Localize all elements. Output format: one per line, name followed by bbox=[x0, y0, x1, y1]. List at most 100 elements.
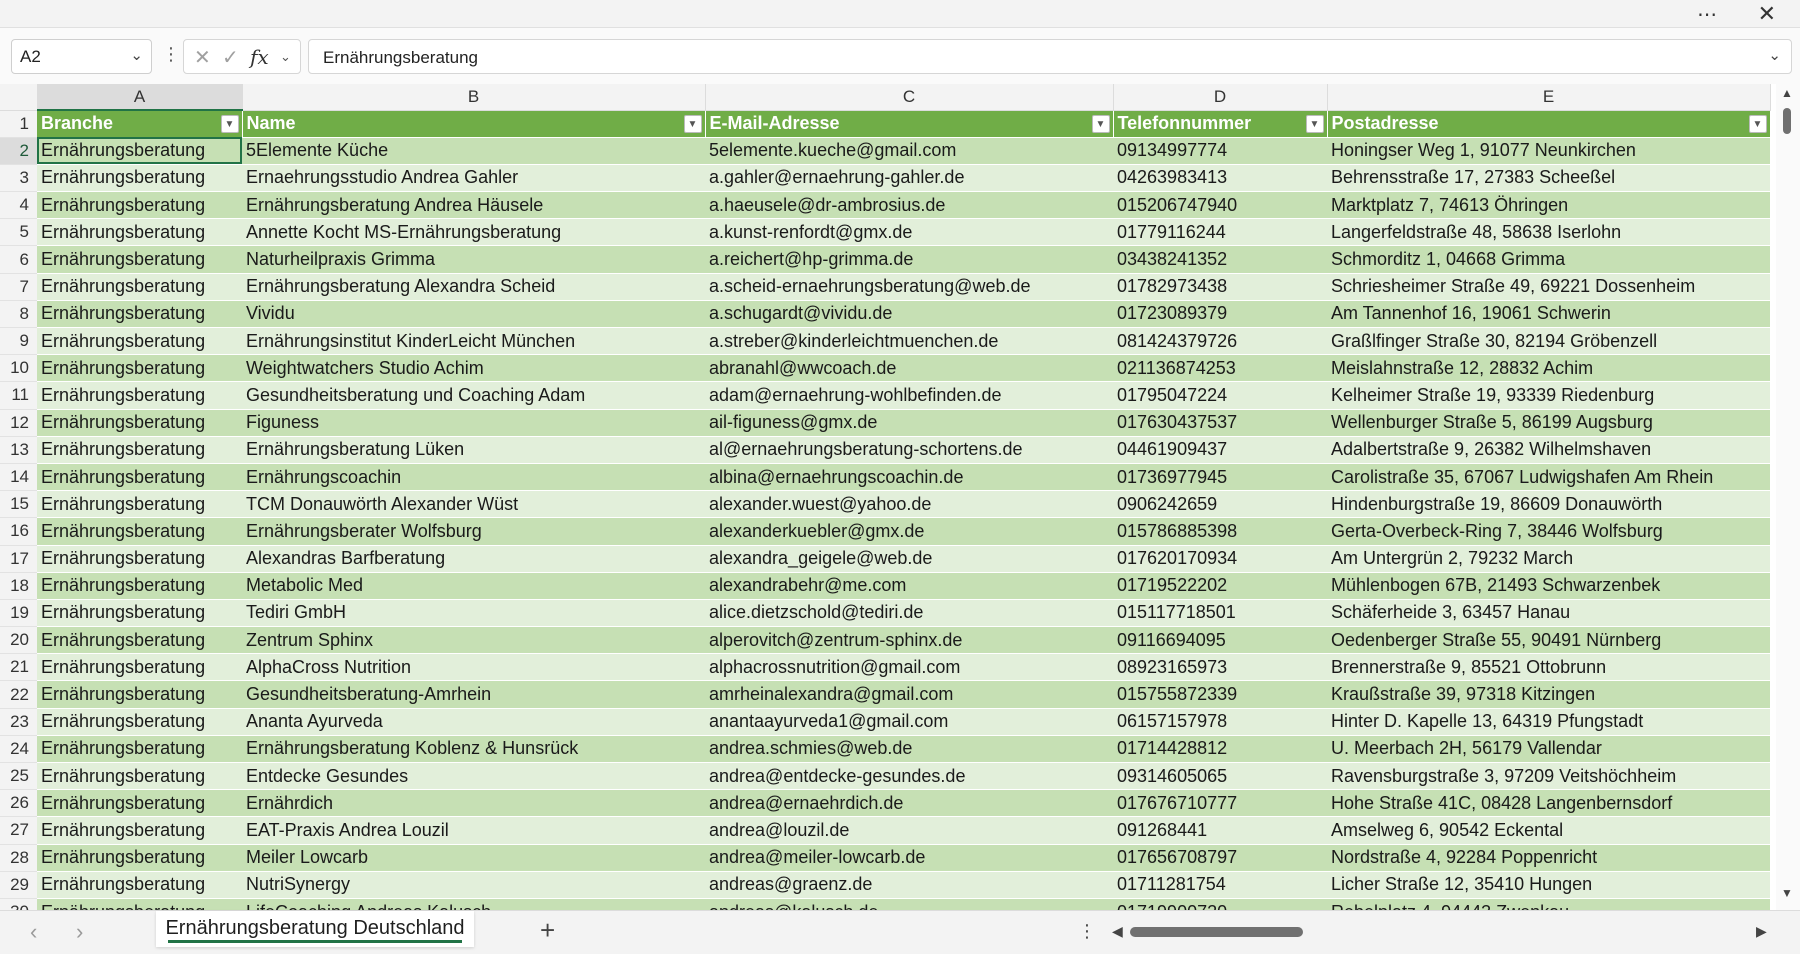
row-number[interactable]: 25 bbox=[0, 762, 37, 791]
table-cell[interactable]: amrheinalexandra@gmail.com bbox=[705, 680, 1113, 709]
scroll-down-icon[interactable]: ▼ bbox=[1781, 886, 1793, 900]
table-cell[interactable]: andrea@ernaehrdich.de bbox=[705, 789, 1113, 818]
table-cell[interactable]: 015786885398 bbox=[1113, 517, 1327, 546]
select-all-corner[interactable] bbox=[0, 84, 38, 111]
row-number[interactable]: 26 bbox=[0, 789, 37, 818]
table-cell[interactable]: Ernährungsberatung bbox=[37, 844, 242, 872]
chevron-down-icon[interactable]: ⌄ bbox=[280, 49, 291, 65]
filter-dropdown-icon[interactable]: ▼ bbox=[1305, 114, 1324, 133]
row-number[interactable]: 3 bbox=[0, 164, 37, 193]
table-cell[interactable]: Wellenburger Straße 5, 86199 Augsburg bbox=[1327, 409, 1770, 437]
add-sheet-icon[interactable]: + bbox=[540, 915, 555, 946]
table-cell[interactable]: a.kunst-renfordt@gmx.de bbox=[705, 218, 1113, 247]
table-cell[interactable]: Ernährungsberatung bbox=[37, 572, 242, 600]
table-cell[interactable]: 04461909437 bbox=[1113, 436, 1327, 464]
table-cell[interactable]: 5elemente.kueche@gmail.com bbox=[705, 137, 1113, 165]
column-header-c[interactable]: C bbox=[705, 84, 1114, 111]
table-cell[interactable]: alexanderkuebler@gmx.de bbox=[705, 517, 1113, 546]
table-cell[interactable]: Alexandras Barfberatung bbox=[242, 545, 705, 573]
table-cell[interactable]: 01779116244 bbox=[1113, 218, 1327, 247]
table-cell[interactable]: a.haeusele@dr-ambrosius.de bbox=[705, 191, 1113, 220]
vertical-dots-icon[interactable]: ⋮ bbox=[1078, 921, 1096, 942]
scroll-left-icon[interactable]: ◀ bbox=[1112, 923, 1123, 940]
table-cell[interactable]: Mühlenbogen 67B, 21493 Schwarzenbek bbox=[1327, 572, 1770, 600]
table-cell[interactable]: Ernährungsberatung bbox=[37, 327, 242, 356]
table-cell[interactable]: Weightwatchers Studio Achim bbox=[242, 354, 705, 383]
table-cell[interactable]: Nordstraße 4, 92284 Poppenricht bbox=[1327, 844, 1770, 872]
table-cell[interactable]: Ernährungsberatung Alexandra Scheid bbox=[242, 273, 705, 301]
table-cell[interactable]: Hohe Straße 41C, 08428 Langenbernsdorf bbox=[1327, 789, 1770, 818]
table-cell[interactable]: 091268441 bbox=[1113, 816, 1327, 845]
table-cell[interactable]: Carolistraße 35, 67067 Ludwigshafen Am R… bbox=[1327, 463, 1770, 492]
chevron-down-icon[interactable]: ⌄ bbox=[130, 46, 143, 64]
table-cell[interactable]: 09134997774 bbox=[1113, 137, 1327, 165]
table-cell[interactable]: Ernährungsberatung Lüken bbox=[242, 436, 705, 464]
table-cell[interactable]: 015755872339 bbox=[1113, 680, 1327, 709]
table-cell[interactable]: a.streber@kinderleichtmuenchen.de bbox=[705, 327, 1113, 356]
row-number[interactable]: 28 bbox=[0, 844, 37, 872]
filter-dropdown-icon[interactable]: ▼ bbox=[1748, 114, 1767, 133]
table-cell[interactable]: Langerfeldstraße 48, 58638 Iserlohn bbox=[1327, 218, 1770, 247]
row-number[interactable]: 29 bbox=[0, 871, 37, 899]
row-number[interactable]: 27 bbox=[0, 816, 37, 845]
row-number[interactable]: 9 bbox=[0, 327, 37, 356]
row-number[interactable]: 7 bbox=[0, 273, 37, 301]
table-cell[interactable]: Ernährungscoachin bbox=[242, 463, 705, 492]
table-cell[interactable]: Tediri GmbH bbox=[242, 599, 705, 628]
table-cell[interactable]: Schmorditz 1, 04668 Grimma bbox=[1327, 245, 1770, 274]
table-cell[interactable]: Gesundheitsberatung-Amrhein bbox=[242, 680, 705, 709]
table-cell[interactable]: 06157157978 bbox=[1113, 708, 1327, 736]
table-cell[interactable]: 01723089379 bbox=[1113, 300, 1327, 329]
table-cell[interactable]: 017620170934 bbox=[1113, 545, 1327, 573]
table-cell[interactable]: Licher Straße 12, 35410 Hungen bbox=[1327, 871, 1770, 899]
header-cell[interactable]: Telefonnummer ▼ bbox=[1113, 110, 1328, 138]
table-cell[interactable]: Marktplatz 7, 74613 Öhringen bbox=[1327, 191, 1770, 220]
vertical-scroll-thumb[interactable] bbox=[1783, 108, 1791, 134]
enter-check-icon[interactable]: ✓ bbox=[222, 45, 239, 70]
table-cell[interactable]: Ernährungsberatung bbox=[37, 463, 242, 492]
row-number[interactable]: 30 bbox=[0, 898, 37, 910]
header-cell[interactable]: Name ▼ bbox=[242, 110, 706, 138]
table-cell[interactable]: a.scheid-ernaehrungsberatung@web.de bbox=[705, 273, 1113, 301]
table-cell[interactable]: Ernährungsberatung Koblenz & Hunsrück bbox=[242, 735, 705, 764]
table-cell[interactable]: alexandra_geigele@web.de bbox=[705, 545, 1113, 573]
cancel-icon[interactable]: ✕ bbox=[194, 45, 211, 70]
table-cell[interactable]: Ernährungsberatung bbox=[37, 245, 242, 274]
table-cell[interactable]: abranahl@wwcoach.de bbox=[705, 354, 1113, 383]
table-cell[interactable]: ail-figuness@gmx.de bbox=[705, 409, 1113, 437]
next-sheet-icon[interactable]: › bbox=[76, 919, 83, 945]
row-number[interactable]: 15 bbox=[0, 490, 37, 519]
column-header-e[interactable]: E bbox=[1327, 84, 1771, 111]
table-cell[interactable]: Brennerstraße 9, 85521 Ottobrunn bbox=[1327, 653, 1770, 682]
table-cell[interactable]: Meiler Lowcarb bbox=[242, 844, 705, 872]
table-cell[interactable]: a.schugardt@vividu.de bbox=[705, 300, 1113, 329]
row-number[interactable]: 10 bbox=[0, 354, 37, 383]
insert-function-icon[interactable]: fx bbox=[250, 45, 269, 69]
table-cell[interactable]: 08923165973 bbox=[1113, 653, 1327, 682]
table-cell[interactable]: Ernährungsberatung bbox=[37, 708, 242, 736]
table-cell[interactable]: Ernährungsberatung bbox=[37, 898, 242, 910]
table-cell[interactable]: Ananta Ayurveda bbox=[242, 708, 705, 736]
table-cell[interactable]: Hindenburgstraße 19, 86609 Donauwörth bbox=[1327, 490, 1770, 519]
table-cell[interactable]: Ernährungsberatung bbox=[37, 871, 242, 899]
table-cell[interactable]: Honingser Weg 1, 91077 Neunkirchen bbox=[1327, 137, 1770, 165]
table-cell[interactable]: 01782973438 bbox=[1113, 273, 1327, 301]
table-cell[interactable]: Kraußstraße 39, 97318 Kitzingen bbox=[1327, 680, 1770, 709]
table-cell[interactable]: Ernährungsberatung bbox=[37, 680, 242, 709]
table-cell[interactable]: 081424379726 bbox=[1113, 327, 1327, 356]
table-cell[interactable]: Ernährungsberater Wolfsburg bbox=[242, 517, 705, 546]
table-cell[interactable]: TCM Donauwörth Alexander Wüst bbox=[242, 490, 705, 519]
scroll-right-icon[interactable]: ▶ bbox=[1756, 923, 1767, 940]
header-cell[interactable]: Branche ▼ bbox=[37, 110, 243, 138]
row-number[interactable]: 5 bbox=[0, 218, 37, 247]
table-cell[interactable]: NutriSynergy bbox=[242, 871, 705, 899]
header-cell[interactable]: E-Mail-Adresse ▼ bbox=[705, 110, 1114, 138]
table-cell[interactable]: andrea.schmies@web.de bbox=[705, 735, 1113, 764]
table-cell[interactable]: a.reichert@hp-grimma.de bbox=[705, 245, 1113, 274]
table-cell[interactable]: Adalbertstraße 9, 26382 Wilhelmshaven bbox=[1327, 436, 1770, 464]
header-cell[interactable]: Postadresse ▼ bbox=[1327, 110, 1771, 138]
row-number[interactable]: 18 bbox=[0, 572, 37, 600]
table-cell[interactable]: U. Meerbach 2H, 56179 Vallendar bbox=[1327, 735, 1770, 764]
table-cell[interactable]: Figuness bbox=[242, 409, 705, 437]
table-cell[interactable]: Ernährungsberatung bbox=[37, 789, 242, 818]
